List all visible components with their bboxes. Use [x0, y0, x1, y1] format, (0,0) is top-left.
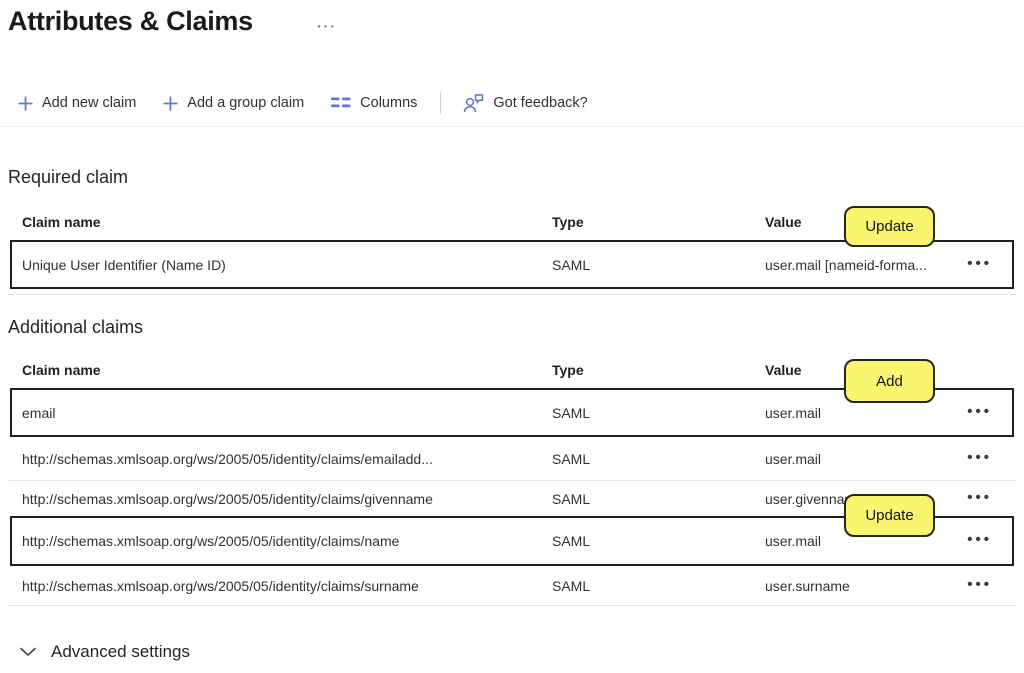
column-header-value[interactable]: Value — [765, 362, 802, 378]
columns-icon — [331, 96, 351, 110]
type-cell: SAML — [552, 451, 590, 467]
feedback-person-icon — [463, 93, 484, 113]
value-cell: user.mail — [765, 451, 821, 467]
type-cell: SAML — [552, 491, 590, 507]
value-cell: user.mail [nameid-forma... — [765, 257, 927, 273]
row-context-menu-icon[interactable]: ••• — [967, 531, 992, 548]
annotation-update-required: Update — [844, 206, 935, 247]
row-separator — [8, 294, 1016, 295]
row-context-menu-icon[interactable]: ••• — [967, 489, 992, 506]
column-header-claim-name[interactable]: Claim name — [22, 214, 101, 230]
annotation-update-name: Update — [844, 494, 935, 537]
columns-label: Columns — [360, 95, 417, 111]
value-cell: user.mail — [765, 533, 821, 549]
add-new-claim-button[interactable]: Add new claim — [18, 95, 136, 111]
chevron-down-icon — [20, 647, 36, 657]
table-row-unique-user-identifier[interactable]: Unique User Identifier (Name ID) SAML us… — [0, 240, 1024, 289]
columns-button[interactable]: Columns — [331, 95, 417, 111]
attributes-claims-page: Attributes & Claims ··· Add new claim Ad… — [0, 0, 1024, 673]
row-context-menu-icon[interactable]: ••• — [967, 576, 992, 593]
annotation-add-email: Add — [844, 359, 935, 403]
claim-name-cell[interactable]: Unique User Identifier (Name ID) — [22, 257, 226, 273]
column-header-claim-name[interactable]: Claim name — [22, 362, 101, 378]
claim-name-cell[interactable]: http://schemas.xmlsoap.org/ws/2005/05/id… — [22, 451, 433, 467]
type-cell: SAML — [552, 405, 590, 421]
table-row-emailaddress[interactable]: http://schemas.xmlsoap.org/ws/2005/05/id… — [0, 437, 1024, 480]
type-cell: SAML — [552, 578, 590, 594]
row-context-menu-icon[interactable]: ••• — [967, 449, 992, 466]
value-cell: user.surname — [765, 578, 850, 594]
claim-name-cell[interactable]: http://schemas.xmlsoap.org/ws/2005/05/id… — [22, 491, 433, 507]
additional-claims-heading: Additional claims — [8, 317, 143, 338]
type-cell: SAML — [552, 533, 590, 549]
got-feedback-label: Got feedback? — [493, 95, 587, 111]
add-new-claim-label: Add new claim — [42, 95, 136, 111]
claim-name-cell[interactable]: http://schemas.xmlsoap.org/ws/2005/05/id… — [22, 533, 399, 549]
table-row-surname[interactable]: http://schemas.xmlsoap.org/ws/2005/05/id… — [0, 566, 1024, 605]
claim-name-cell[interactable]: email — [22, 405, 55, 421]
command-bar: Add new claim Add a group claim Columns — [18, 87, 615, 119]
type-cell: SAML — [552, 257, 590, 273]
advanced-settings-toggle[interactable]: Advanced settings — [20, 642, 190, 662]
got-feedback-button[interactable]: Got feedback? — [463, 93, 587, 113]
toolbar-divider — [440, 92, 441, 114]
title-more-menu-icon[interactable]: ··· — [317, 18, 337, 34]
row-context-menu-icon[interactable]: ••• — [967, 403, 992, 420]
column-header-value[interactable]: Value — [765, 214, 802, 230]
add-group-claim-label: Add a group claim — [187, 95, 304, 111]
advanced-settings-label: Advanced settings — [51, 642, 190, 662]
column-header-type[interactable]: Type — [552, 214, 584, 230]
plus-icon — [163, 96, 178, 111]
row-context-menu-icon[interactable]: ••• — [967, 255, 992, 272]
value-cell: user.mail — [765, 405, 821, 421]
required-claim-heading: Required claim — [8, 167, 128, 188]
toolbar-bottom-rule — [0, 126, 1024, 127]
plus-icon — [18, 96, 33, 111]
column-header-type[interactable]: Type — [552, 362, 584, 378]
row-separator — [8, 605, 1016, 606]
claim-name-cell[interactable]: http://schemas.xmlsoap.org/ws/2005/05/id… — [22, 578, 419, 594]
page-title: Attributes & Claims — [8, 6, 253, 37]
add-group-claim-button[interactable]: Add a group claim — [163, 95, 304, 111]
